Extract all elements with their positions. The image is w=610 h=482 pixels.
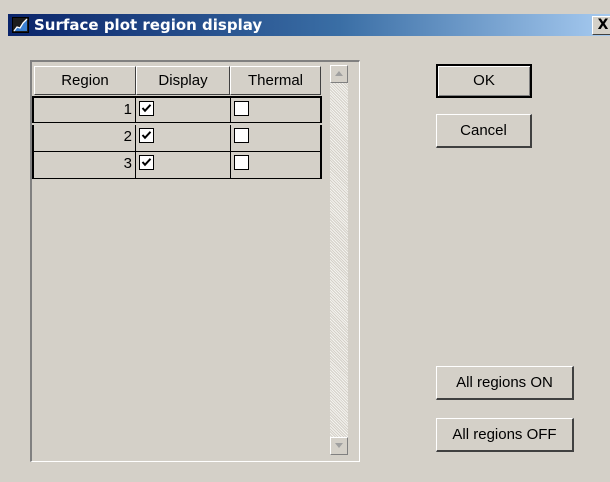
title-bar[interactable]: Surface plot region display X bbox=[8, 14, 610, 36]
thermal-checkbox[interactable] bbox=[234, 128, 249, 143]
region-row-3: 3 bbox=[32, 152, 322, 179]
column-header-display[interactable]: Display bbox=[136, 66, 230, 95]
column-header-thermal[interactable]: Thermal bbox=[230, 66, 321, 95]
check-mark-icon bbox=[141, 158, 152, 167]
display-checkbox[interactable] bbox=[139, 128, 154, 143]
region-number-cell: 2 bbox=[32, 125, 136, 152]
region-number-cell: 1 bbox=[32, 96, 136, 123]
close-button[interactable]: X bbox=[592, 16, 610, 35]
region-row-2: 2 bbox=[32, 125, 322, 152]
thermal-cell bbox=[230, 152, 322, 179]
thermal-checkbox[interactable] bbox=[234, 155, 249, 170]
display-cell bbox=[135, 125, 231, 152]
column-header-region[interactable]: Region bbox=[34, 66, 136, 95]
vertical-scrollbar[interactable] bbox=[330, 65, 348, 455]
scroll-up-button[interactable] bbox=[330, 65, 348, 83]
surface-plot-app-icon bbox=[12, 17, 29, 33]
check-mark-icon bbox=[141, 104, 152, 113]
display-cell bbox=[135, 96, 231, 123]
check-mark-icon bbox=[141, 131, 152, 140]
display-checkbox[interactable] bbox=[139, 101, 154, 116]
window-title: Surface plot region display bbox=[34, 16, 263, 34]
thermal-cell bbox=[230, 96, 322, 123]
display-cell bbox=[135, 152, 231, 179]
region-number-cell: 3 bbox=[32, 152, 136, 179]
region-row-1: 1 bbox=[32, 96, 322, 123]
region-grid: Region Display Thermal 1 2 3 bbox=[30, 60, 360, 462]
arrow-down-icon bbox=[335, 443, 343, 448]
thermal-checkbox[interactable] bbox=[234, 101, 249, 116]
all-regions-on-button[interactable]: All regions ON bbox=[436, 366, 574, 400]
scroll-down-button[interactable] bbox=[330, 437, 348, 455]
ok-button[interactable]: OK bbox=[436, 64, 532, 98]
display-checkbox[interactable] bbox=[139, 155, 154, 170]
all-regions-off-button[interactable]: All regions OFF bbox=[436, 418, 574, 452]
arrow-up-icon bbox=[335, 71, 343, 76]
cancel-button[interactable]: Cancel bbox=[436, 114, 532, 148]
thermal-cell bbox=[230, 125, 322, 152]
